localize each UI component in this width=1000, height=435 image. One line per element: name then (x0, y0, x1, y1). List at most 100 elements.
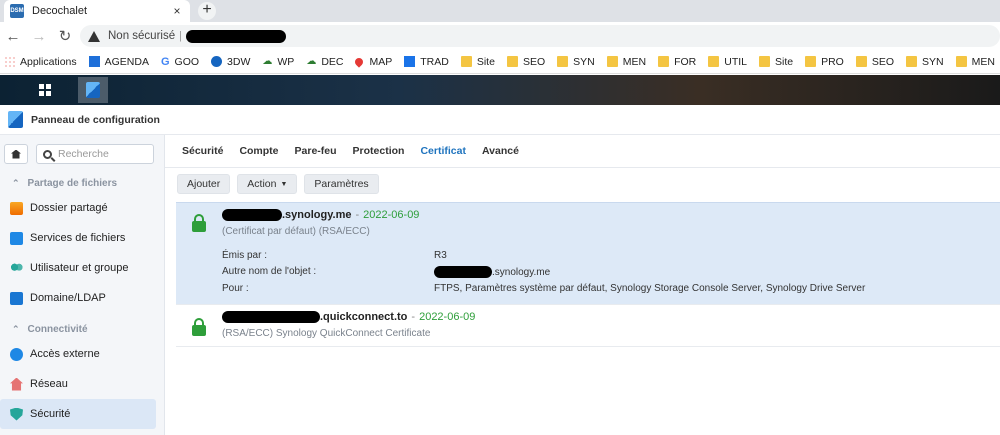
bookmark-label: SYN (573, 55, 595, 68)
bookmark-item[interactable]: SYN (557, 56, 595, 68)
leaf-icon: ☁ (306, 56, 317, 67)
translate-icon (404, 56, 416, 67)
sidebar-item-label: Domaine/LDAP (30, 292, 106, 304)
certificate-row[interactable]: .synology.me - 2022-06-09 (Certificat pa… (176, 202, 1000, 305)
circle-icon (211, 56, 223, 67)
home-button[interactable] (4, 144, 28, 164)
folder-icon (658, 56, 670, 67)
tab-account[interactable]: Compte (239, 135, 278, 168)
search-icon (43, 149, 52, 159)
sidebar-item-file-services[interactable]: Services de fichiers (0, 223, 164, 253)
bookmark-item[interactable]: MEN (606, 56, 646, 68)
bookmark-item[interactable]: UTIL (708, 56, 747, 68)
purpose-label: Pour : (222, 283, 249, 294)
bookmark-item[interactable]: SEO (855, 56, 894, 68)
separator: - (411, 311, 416, 323)
window-titlebar: Panneau de configuration (0, 105, 1000, 135)
bookmark-item[interactable]: Site (460, 56, 495, 68)
back-icon[interactable]: ← (0, 28, 26, 45)
tab-advanced[interactable]: Avancé (482, 135, 519, 168)
bookmark-label: FOR (674, 55, 697, 68)
caret-down-icon: ▼ (280, 180, 288, 188)
certificate-name: .quickconnect.to - 2022-06-09 (222, 311, 475, 323)
bookmark-label: Applications (20, 55, 77, 68)
certificate-domain: .quickconnect.to (320, 311, 408, 323)
main-panel: Sécurité Compte Pare-feu Protection Cert… (165, 135, 1000, 435)
certificate-expiry: 2022-06-09 (363, 209, 420, 221)
bookmark-item[interactable]: Applications (4, 56, 77, 68)
purpose-value: FTPS, Paramètres système par défaut, Syn… (434, 283, 866, 294)
section-connectivity[interactable]: ⌃ Connectivité (0, 319, 164, 339)
certificate-domain: .synology.me (282, 209, 352, 221)
tab-title: Decochalet (32, 5, 88, 17)
shared-folder-icon (10, 201, 23, 215)
control-panel-taskbar-button[interactable] (78, 77, 108, 103)
add-button[interactable]: Ajouter (177, 174, 231, 194)
file-services-icon (10, 231, 23, 245)
sidebar-item-shared-folder[interactable]: Dossier partagé (0, 193, 164, 223)
certificate-row[interactable]: .quickconnect.to - 2022-06-09 (RSA/ECC) … (176, 306, 1000, 347)
new-tab-button[interactable]: + (198, 2, 216, 20)
bookmark-item[interactable]: Site (759, 56, 793, 68)
external-access-icon (10, 347, 23, 361)
altname-value: .synology.me (492, 266, 551, 278)
bookmark-item[interactable]: PRO (805, 56, 844, 68)
bookmark-item[interactable]: ☁ WP (262, 56, 294, 68)
close-icon[interactable]: × (170, 4, 184, 18)
shield-icon (10, 407, 23, 421)
bookmark-item[interactable]: TRAD (404, 56, 449, 68)
sidebar-item-external-access[interactable]: Accès externe (0, 339, 164, 369)
calendar-icon (88, 56, 100, 67)
browser-tab[interactable]: DSM Decochalet × (4, 0, 190, 22)
section-label: Partage de fichiers (27, 177, 118, 189)
section-file-sharing[interactable]: ⌃ Partage de fichiers (0, 173, 164, 193)
dsm-favicon-icon: DSM (10, 4, 24, 18)
tab-bar: Sécurité Compte Pare-feu Protection Cert… (165, 135, 1000, 168)
tab-certificate[interactable]: Certificat (420, 135, 466, 168)
bookmark-item[interactable]: SYN (906, 56, 944, 68)
action-dropdown-button[interactable]: Action ▼ (237, 174, 298, 194)
search-box[interactable] (36, 144, 154, 164)
folder-icon (606, 56, 618, 67)
redacted-url (185, 29, 286, 43)
tab-protection[interactable]: Protection (353, 135, 405, 168)
section-label: Connectivité (27, 323, 88, 335)
forward-icon[interactable]: → (26, 28, 52, 45)
bookmark-item[interactable]: FOR (658, 56, 696, 68)
map-pin-icon (353, 55, 366, 68)
chevron-up-icon: ⌃ (12, 323, 20, 334)
sidebar-item-domain-ldap[interactable]: Domaine/LDAP (0, 283, 164, 313)
sidebar-item-security[interactable]: Sécurité (0, 399, 156, 429)
bookmark-item[interactable]: ☁ DEC (306, 56, 343, 68)
sidebar-item-user-group[interactable]: Utilisateur et groupe (0, 253, 164, 283)
tab-security[interactable]: Sécurité (182, 135, 223, 168)
altname-label: Autre nom de l'objet : (222, 266, 317, 277)
control-panel-icon (86, 82, 100, 98)
bookmark-label: AGENDA (104, 55, 149, 68)
bookmark-label: SYN (922, 55, 944, 68)
address-bar[interactable]: Non sécurisé | (80, 25, 1000, 47)
security-status: Non sécurisé (108, 30, 176, 42)
settings-button[interactable]: Paramètres (304, 174, 379, 194)
folder-icon (906, 56, 918, 67)
bookmark-item[interactable]: G GOO (161, 56, 199, 69)
sidebar-item-network[interactable]: Réseau (0, 369, 164, 399)
network-icon (10, 377, 23, 391)
grid-icon (39, 84, 51, 96)
folder-icon (805, 56, 817, 67)
search-input[interactable] (58, 148, 148, 160)
bookmark-item[interactable]: SEO (506, 56, 545, 68)
tab-firewall[interactable]: Pare-feu (295, 135, 337, 168)
certificate-name: .synology.me - 2022-06-09 (222, 209, 419, 221)
action-label: Action (247, 178, 277, 190)
leaf-icon: ☁ (262, 56, 273, 67)
users-icon (10, 261, 23, 275)
main-menu-button[interactable] (28, 77, 62, 103)
bookmark-item[interactable]: MEN (955, 55, 995, 68)
bookmark-label: MEN (971, 55, 995, 68)
bookmark-item[interactable]: MAP (353, 55, 392, 68)
reload-icon[interactable]: ↻ (52, 27, 78, 45)
bookmark-item[interactable]: 3DW (211, 56, 250, 68)
bookmark-label: PRO (821, 55, 844, 68)
bookmark-item[interactable]: AGENDA (88, 55, 149, 68)
